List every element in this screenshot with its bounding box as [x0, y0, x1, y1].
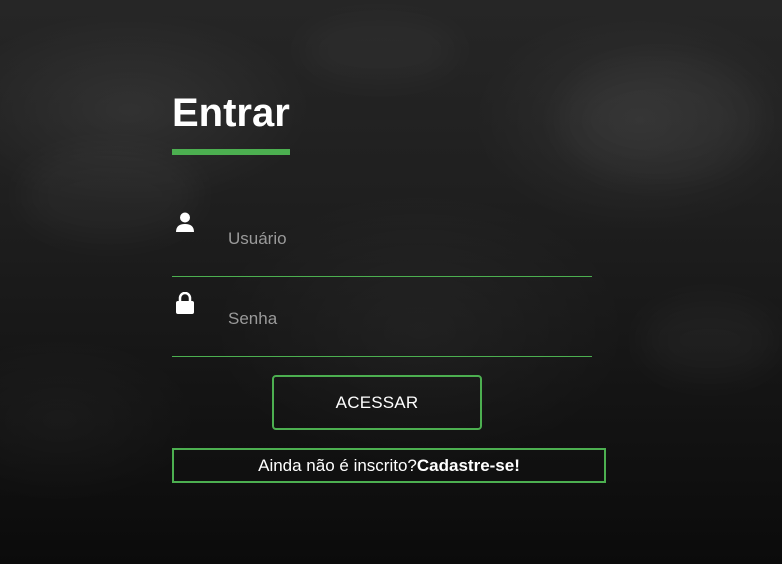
signup-prompt-box: Ainda não é inscrito? Cadastre-se! [172, 448, 606, 483]
username-input[interactable] [222, 224, 582, 254]
login-form: Entrar ACESSAR Ainda não é inscrito?Cada… [172, 0, 606, 564]
password-input[interactable] [222, 304, 582, 334]
password-field [172, 286, 592, 357]
lock-icon [176, 291, 194, 314]
user-icon [176, 212, 194, 232]
page-title: Entrar [172, 91, 290, 135]
submit-button[interactable]: ACESSAR [272, 375, 482, 430]
signup-prompt-text: Ainda não é inscrito? [258, 455, 417, 475]
title-underline [172, 149, 290, 155]
username-field [172, 206, 592, 277]
signup-link[interactable]: Cadastre-se! [417, 456, 520, 476]
